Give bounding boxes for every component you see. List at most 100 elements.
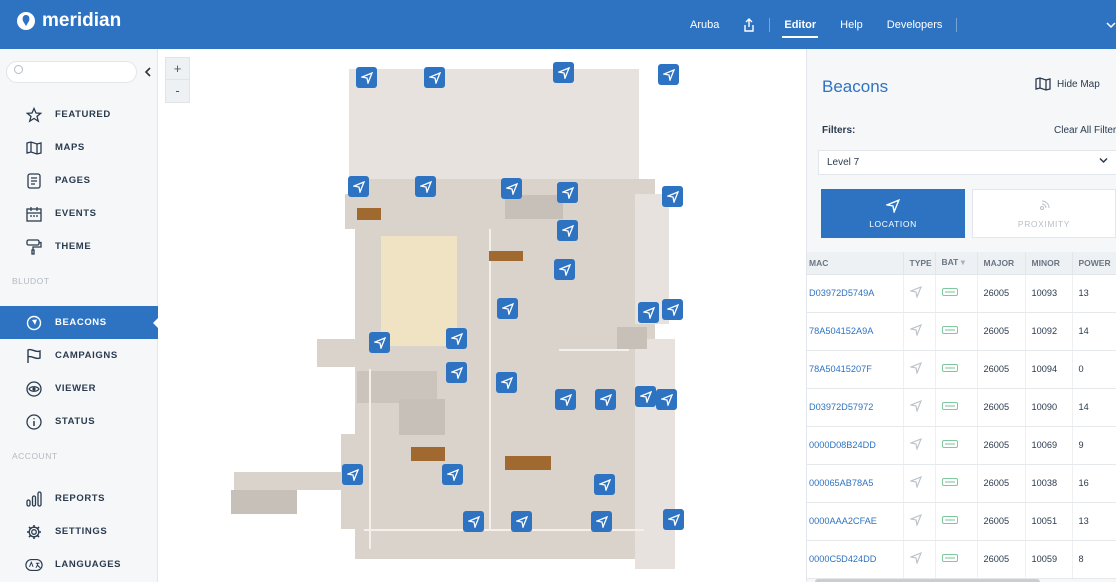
column-header-minor[interactable]: MINOR <box>1025 252 1073 275</box>
sidebar-item-featured[interactable]: FEATURED <box>0 98 158 131</box>
location-switcher[interactable]: Aruba <box>678 0 731 49</box>
level-select[interactable]: Level 7 <box>818 150 1116 175</box>
share-button[interactable] <box>731 0 767 49</box>
paint-roller-icon <box>25 238 43 256</box>
navigation-arrow-icon <box>642 306 655 319</box>
mac-cell[interactable]: D03972D5749A <box>807 274 904 313</box>
map-beacon-marker[interactable] <box>638 302 659 323</box>
calendar-icon <box>25 205 43 223</box>
table-row[interactable]: D03972D57972 26005 10090 14 <box>807 388 1116 427</box>
map-beacon-marker[interactable] <box>356 67 377 88</box>
column-header-type[interactable]: TYPE <box>903 252 936 275</box>
sidebar-item-theme[interactable]: THEME <box>0 230 158 263</box>
table-row[interactable]: 78A504152A9A 26005 10092 14 <box>807 312 1116 351</box>
map-beacon-marker[interactable] <box>555 389 576 410</box>
sidebar-item-languages[interactable]: LANGUAGES <box>0 548 158 581</box>
battery-icon <box>941 440 958 448</box>
navigation-arrow-icon <box>558 263 571 276</box>
mac-cell[interactable]: 78A50415207F <box>807 350 904 389</box>
tab-developers[interactable]: Developers <box>875 0 955 49</box>
map-beacon-marker[interactable] <box>656 389 677 410</box>
table-row[interactable]: 0000AAA2CFAE 26005 10051 13 <box>807 502 1116 541</box>
mac-cell[interactable]: 000065AB78A5 <box>807 464 904 503</box>
location-type-button[interactable]: LOCATION <box>821 189 965 238</box>
mac-cell[interactable]: D03972D57972 <box>807 388 904 427</box>
navigation-arrow-icon <box>360 71 373 84</box>
minor-cell: 10051 <box>1025 502 1073 541</box>
beacons-panel: Beacons Hide Map Filters: Clear All Filt… <box>806 49 1116 582</box>
map-beacon-marker[interactable] <box>635 386 656 407</box>
map-beacon-marker[interactable] <box>446 328 467 349</box>
type-cell <box>903 502 936 541</box>
mac-cell[interactable]: 0000AAA2CFAE <box>807 502 904 541</box>
brand-logo[interactable]: meridian <box>16 10 121 32</box>
map-beacon-marker[interactable] <box>424 67 445 88</box>
map-beacon-marker[interactable] <box>415 176 436 197</box>
proximity-type-button[interactable]: PROXIMITY <box>972 189 1116 238</box>
search-input[interactable] <box>6 61 137 83</box>
map-beacon-marker[interactable] <box>663 509 684 530</box>
map-beacon-marker[interactable] <box>497 298 518 319</box>
sidebar-item-pages[interactable]: PAGES <box>0 164 158 197</box>
tab-help[interactable]: Help <box>828 0 875 49</box>
map-beacon-marker[interactable] <box>557 182 578 203</box>
sidebar-item-reports[interactable]: REPORTS <box>0 482 158 515</box>
mac-cell[interactable]: 78A504152A9A <box>807 312 904 351</box>
tab-editor[interactable]: Editor <box>772 0 828 49</box>
type-cell <box>903 426 936 465</box>
map-beacon-marker[interactable] <box>595 389 616 410</box>
sidebar-item-settings[interactable]: SETTINGS <box>0 515 158 548</box>
mac-cell[interactable]: 0000C5D424DD <box>807 540 904 579</box>
minor-cell: 10059 <box>1025 540 1073 579</box>
navigation-arrow-icon <box>908 286 922 299</box>
hide-map-label: Hide Map <box>1057 78 1100 90</box>
navigation-arrow-icon <box>599 393 612 406</box>
sidebar-item-label: SETTINGS <box>55 526 108 537</box>
zoom-in-button[interactable]: + <box>166 58 189 80</box>
map-beacon-marker[interactable] <box>658 64 679 85</box>
sidebar-item-status[interactable]: STATUS <box>0 405 158 438</box>
map-beacon-marker[interactable] <box>662 186 683 207</box>
map-beacon-marker[interactable] <box>369 332 390 353</box>
mac-cell[interactable]: 0000D08B24DD <box>807 426 904 465</box>
column-header-power[interactable]: POWER <box>1072 252 1116 275</box>
minor-cell: 10069 <box>1025 426 1073 465</box>
map-beacon-marker[interactable] <box>591 511 612 532</box>
navigation-arrow-icon <box>908 552 922 565</box>
sidebar-item-viewer[interactable]: VIEWER <box>0 372 158 405</box>
table-row[interactable]: 0000C5D424DD 26005 10059 8 <box>807 540 1116 579</box>
navigation-arrow-icon <box>428 71 441 84</box>
sidebar-item-maps[interactable]: MAPS <box>0 131 158 164</box>
map-beacon-marker[interactable] <box>442 464 463 485</box>
map-beacon-marker[interactable] <box>662 299 683 320</box>
table-row[interactable]: 000065AB78A5 26005 10038 16 <box>807 464 1116 503</box>
map-beacon-marker[interactable] <box>511 511 532 532</box>
floor-map[interactable]: + - <box>159 49 806 582</box>
map-beacon-marker[interactable] <box>348 176 369 197</box>
zoom-out-button[interactable]: - <box>166 80 189 102</box>
sidebar-item-events[interactable]: EVENTS <box>0 197 158 230</box>
map-beacon-marker[interactable] <box>501 178 522 199</box>
sidebar-item-campaigns[interactable]: CAMPAIGNS <box>0 339 158 372</box>
column-header-major[interactable]: MAJOR <box>977 252 1026 275</box>
collapse-sidebar-button[interactable] <box>144 64 152 80</box>
map-beacon-marker[interactable] <box>554 259 575 280</box>
navigation-arrow-icon <box>908 400 922 413</box>
hide-map-button[interactable]: Hide Map <box>1035 77 1100 91</box>
map-beacon-marker[interactable] <box>446 362 467 383</box>
sidebar-item-beacons[interactable]: BEACONS <box>0 306 159 339</box>
map-beacon-marker[interactable] <box>463 511 484 532</box>
map-beacon-marker[interactable] <box>342 464 363 485</box>
map-beacon-marker[interactable] <box>594 474 615 495</box>
map-beacon-marker[interactable] <box>496 372 517 393</box>
chevron-down-icon[interactable] <box>1106 18 1116 29</box>
map-beacon-marker[interactable] <box>557 220 578 241</box>
table-row[interactable]: D03972D5749A 26005 10093 13 <box>807 274 1116 313</box>
table-row[interactable]: 0000D08B24DD 26005 10069 9 <box>807 426 1116 465</box>
power-cell: 9 <box>1072 426 1116 465</box>
clear-all-filters-link[interactable]: Clear All Filters <box>1054 125 1116 136</box>
table-row[interactable]: 78A50415207F 26005 10094 0 <box>807 350 1116 389</box>
column-header-bat[interactable]: BAT ▾ <box>935 252 978 275</box>
column-header-mac[interactable]: MAC <box>807 252 904 275</box>
map-beacon-marker[interactable] <box>553 62 574 83</box>
